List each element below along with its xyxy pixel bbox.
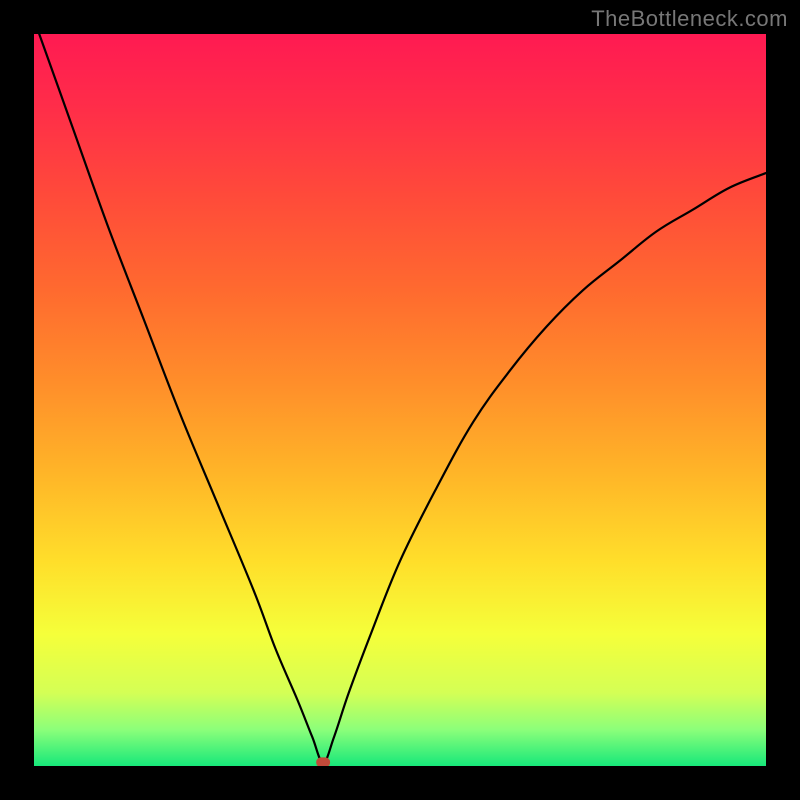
gradient-rect	[34, 34, 766, 766]
marker-dot	[316, 757, 330, 766]
plot-area	[34, 34, 766, 766]
outer-frame: TheBottleneck.com	[0, 0, 800, 800]
watermark-text: TheBottleneck.com	[591, 6, 788, 32]
chart-svg	[34, 34, 766, 766]
